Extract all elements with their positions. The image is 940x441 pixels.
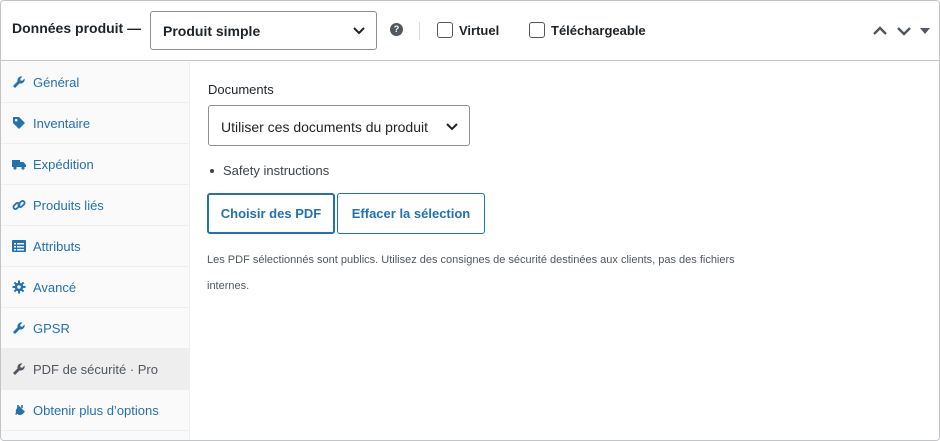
chevron-down-icon [353,27,365,35]
list-item: Safety instructions [208,163,329,178]
wrench-icon [13,363,25,375]
tab-label: Général [33,75,80,90]
virtual-label[interactable]: Virtuel [459,23,499,38]
product-type-value: Produit simple [163,23,261,39]
tab-label: Obtenir plus d’options [33,403,159,418]
tab-label: Produits liés [33,198,104,213]
wrench-icon [13,76,25,88]
virtual-checkbox[interactable] [437,22,453,38]
tab-label: Expédition [33,157,94,172]
selected-documents-list: Safety instructions [208,163,329,178]
tab-advanced[interactable]: Avancé [1,267,189,308]
header-divider [419,22,420,40]
tab-general[interactable]: Général [1,62,189,103]
tab-safety-pdf-pro[interactable]: PDF de sécurité · Pro [1,349,189,390]
tab-label: Avancé [33,280,77,295]
help-text: Les PDF sélectionnés sont publics. Utili… [207,254,735,292]
link-icon [12,200,26,210]
tab-label: GPSR [33,321,70,336]
documents-label: Documents [208,82,274,97]
product-type-select[interactable]: Produit simple [150,11,377,50]
tab-label: Inventaire [33,116,91,131]
tag-icon [13,117,25,129]
product-data-panel: Données produit — Produit simple ? Virtu… [0,0,940,441]
choose-pdf-button[interactable]: Choisir des PDF [207,193,335,234]
wrench-icon [13,322,25,334]
tab-attributes[interactable]: Attributs [1,226,189,267]
tab-label: Attributs [33,239,81,254]
tab-shipping[interactable]: Expédition [1,144,189,185]
question-icon[interactable]: ? [390,23,403,36]
clear-selection-button[interactable]: Effacer la sélection [337,193,485,234]
safety-pdf-panel: Documents Utiliser ces documents du prod… [191,62,939,440]
downloadable-checkbox[interactable] [529,22,545,38]
truck-icon [12,160,26,170]
chevron-down-icon [446,123,458,131]
documents-source-select[interactable]: Utiliser ces documents du produit [208,105,470,146]
tab-gpsr[interactable]: GPSR [1,308,189,349]
tab-label: PDF de sécurité · Pro [33,362,158,377]
chevron-down-icon[interactable] [895,23,913,39]
chevron-up-icon[interactable] [871,23,889,39]
bullet [210,168,214,173]
tab-get-more-options[interactable]: Obtenir plus d’options [1,390,189,431]
panel-header: Données produit — Produit simple ? Virtu… [1,1,939,61]
panel-title: Données produit — [12,20,142,36]
documents-source-value: Utiliser ces documents du produit [221,119,428,135]
list-icon [12,240,26,252]
tab-inventory[interactable]: Inventaire [1,103,189,144]
tab-linked-products[interactable]: Produits liés [1,185,189,226]
document-name: Safety instructions [223,163,330,178]
product-data-tabs: Général Inventaire Expédition Produits l… [1,62,190,440]
plug-icon [15,405,25,415]
gear-icon [12,280,26,294]
downloadable-label[interactable]: Téléchargeable [551,23,646,38]
triangle-down-icon[interactable] [919,23,931,39]
